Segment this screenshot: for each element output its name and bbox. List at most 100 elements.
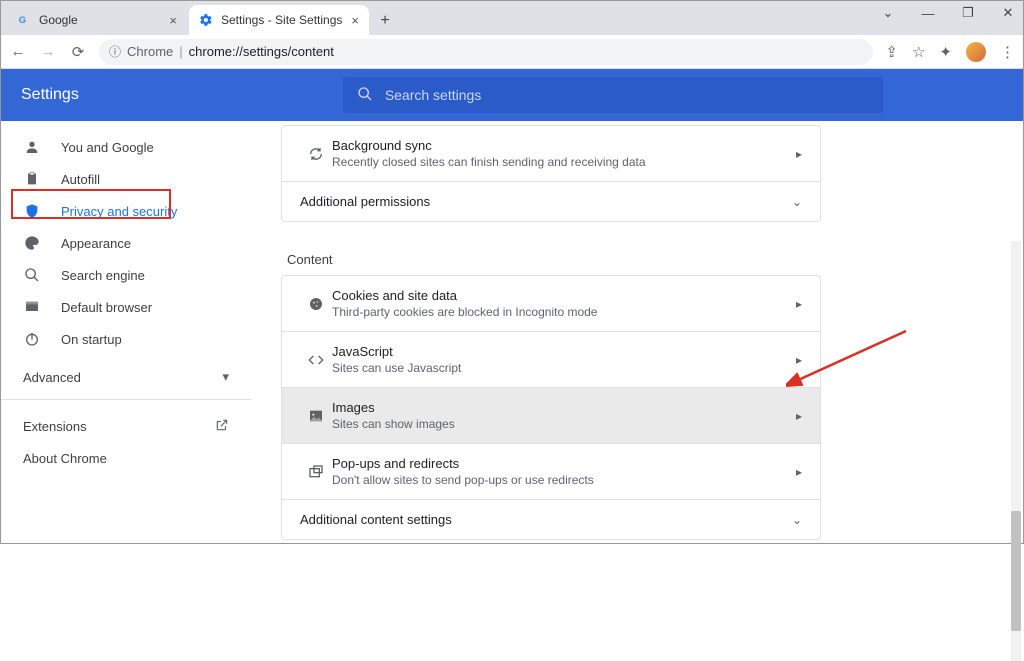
row-title: Additional permissions xyxy=(300,194,792,209)
palette-icon xyxy=(23,235,41,251)
settings-sidebar: You and Google Autofill Privacy and secu… xyxy=(1,121,251,545)
forward-icon[interactable]: → xyxy=(39,43,57,60)
profile-avatar[interactable] xyxy=(966,42,986,62)
sidebar-item-privacy-security[interactable]: Privacy and security xyxy=(1,195,251,227)
row-title: Additional content settings xyxy=(300,512,792,527)
address-bar[interactable]: ⓘ Chrome | chrome://settings/content xyxy=(99,39,873,65)
row-background-sync[interactable]: Background sync Recently closed sites ca… xyxy=(282,126,820,181)
settings-search-input[interactable] xyxy=(385,87,869,103)
extensions-icon[interactable]: ✦ xyxy=(939,43,952,61)
settings-header: Settings xyxy=(1,69,1023,121)
kebab-menu-icon[interactable]: ⋮ xyxy=(1000,43,1015,61)
url-scheme: Chrome xyxy=(127,44,173,59)
power-icon xyxy=(23,331,41,347)
row-popups[interactable]: Pop-ups and redirects Don't allow sites … xyxy=(282,443,820,499)
chevron-right-icon: ▸ xyxy=(796,147,802,161)
chevron-down-icon: ⌄ xyxy=(792,195,802,209)
code-icon xyxy=(300,352,332,368)
settings-main: Background sync Recently closed sites ca… xyxy=(251,121,1023,545)
browser-tab-settings[interactable]: Settings - Site Settings × xyxy=(189,5,369,35)
row-additional-content[interactable]: Additional content settings ⌄ xyxy=(282,499,820,539)
row-sub: Don't allow sites to send pop-ups or use… xyxy=(332,473,796,487)
row-sub: Recently closed sites can finish sending… xyxy=(332,155,796,169)
search-icon xyxy=(357,86,373,105)
settings-search[interactable] xyxy=(343,77,883,113)
scrollbar-thumb[interactable] xyxy=(1011,511,1021,631)
clipboard-icon xyxy=(23,171,41,187)
back-icon[interactable]: ← xyxy=(9,43,27,60)
row-title: Background sync xyxy=(332,138,796,153)
chevron-down-icon: ⌄ xyxy=(792,513,802,527)
close-icon[interactable]: × xyxy=(169,13,177,28)
window-controls: ⌄ — ❐ ✕ xyxy=(877,5,1019,21)
content-card: Cookies and site data Third-party cookie… xyxy=(281,275,821,540)
sidebar-about-label: About Chrome xyxy=(23,451,107,466)
popup-icon xyxy=(300,464,332,480)
chevron-right-icon: ▸ xyxy=(796,465,802,479)
sidebar-about-chrome[interactable]: About Chrome xyxy=(1,443,251,474)
gear-icon xyxy=(199,13,213,27)
url-path: chrome://settings/content xyxy=(189,44,334,59)
browser-toolbar: ← → ⟳ ⓘ Chrome | chrome://settings/conte… xyxy=(1,35,1023,69)
row-images[interactable]: Images Sites can show images ▸ xyxy=(282,387,820,443)
new-tab-button[interactable]: + xyxy=(371,7,399,35)
browser-tab-strip: G Google × Settings - Site Settings × + … xyxy=(1,1,1023,35)
sidebar-item-search-engine[interactable]: Search engine xyxy=(1,259,251,291)
chevron-down-icon: ▾ xyxy=(222,369,229,385)
settings-title: Settings xyxy=(21,86,79,104)
reload-icon[interactable]: ⟳ xyxy=(69,43,87,61)
sidebar-item-label: Autofill xyxy=(61,172,100,187)
minimize-icon[interactable]: — xyxy=(917,6,939,21)
sync-icon xyxy=(300,146,332,162)
sidebar-item-label: Default browser xyxy=(61,300,152,315)
sidebar-item-you-and-google[interactable]: You and Google xyxy=(1,131,251,163)
sidebar-item-autofill[interactable]: Autofill xyxy=(1,163,251,195)
permissions-card: Background sync Recently closed sites ca… xyxy=(281,125,821,222)
external-link-icon xyxy=(215,418,229,435)
row-additional-permissions[interactable]: Additional permissions ⌄ xyxy=(282,181,820,221)
chevron-down-icon[interactable]: ⌄ xyxy=(877,5,899,21)
tab-label: Google xyxy=(39,13,78,27)
google-favicon: G xyxy=(17,13,31,27)
sidebar-item-label: Appearance xyxy=(61,236,131,251)
search-icon xyxy=(23,267,41,283)
browser-icon xyxy=(23,299,41,315)
person-icon xyxy=(23,139,41,155)
svg-text:G: G xyxy=(19,15,26,25)
sidebar-item-on-startup[interactable]: On startup xyxy=(1,323,251,355)
sidebar-advanced[interactable]: Advanced ▾ xyxy=(1,365,251,389)
row-title: Images xyxy=(332,400,796,415)
cookie-icon xyxy=(300,296,332,312)
sidebar-item-default-browser[interactable]: Default browser xyxy=(1,291,251,323)
sidebar-extensions-label: Extensions xyxy=(23,419,87,434)
row-sub: Sites can show images xyxy=(332,417,796,431)
sidebar-item-appearance[interactable]: Appearance xyxy=(1,227,251,259)
site-info-icon[interactable]: ⓘ xyxy=(109,43,121,60)
bookmark-icon[interactable]: ☆ xyxy=(912,43,925,61)
image-icon xyxy=(300,408,332,424)
row-title: Pop-ups and redirects xyxy=(332,456,796,471)
sidebar-item-label: Privacy and security xyxy=(61,204,177,219)
row-title: JavaScript xyxy=(332,344,796,359)
chevron-right-icon: ▸ xyxy=(796,409,802,423)
row-sub: Sites can use Javascript xyxy=(332,361,796,375)
chevron-right-icon: ▸ xyxy=(796,297,802,311)
row-cookies[interactable]: Cookies and site data Third-party cookie… xyxy=(282,276,820,331)
sidebar-advanced-label: Advanced xyxy=(23,370,81,385)
close-icon[interactable]: × xyxy=(351,13,359,28)
divider xyxy=(1,399,251,400)
row-title: Cookies and site data xyxy=(332,288,796,303)
sidebar-item-label: You and Google xyxy=(61,140,154,155)
maximize-icon[interactable]: ❐ xyxy=(957,5,979,21)
row-javascript[interactable]: JavaScript Sites can use Javascript ▸ xyxy=(282,331,820,387)
sidebar-item-label: On startup xyxy=(61,332,122,347)
browser-tab-google[interactable]: G Google × xyxy=(7,5,187,35)
sidebar-extensions[interactable]: Extensions xyxy=(1,410,251,443)
tab-label: Settings - Site Settings xyxy=(221,13,342,27)
sidebar-item-label: Search engine xyxy=(61,268,145,283)
chevron-right-icon: ▸ xyxy=(796,353,802,367)
row-sub: Third-party cookies are blocked in Incog… xyxy=(332,305,796,319)
share-icon[interactable]: ⇪ xyxy=(885,43,898,61)
content-section-label: Content xyxy=(281,240,821,275)
close-window-icon[interactable]: ✕ xyxy=(997,5,1019,21)
